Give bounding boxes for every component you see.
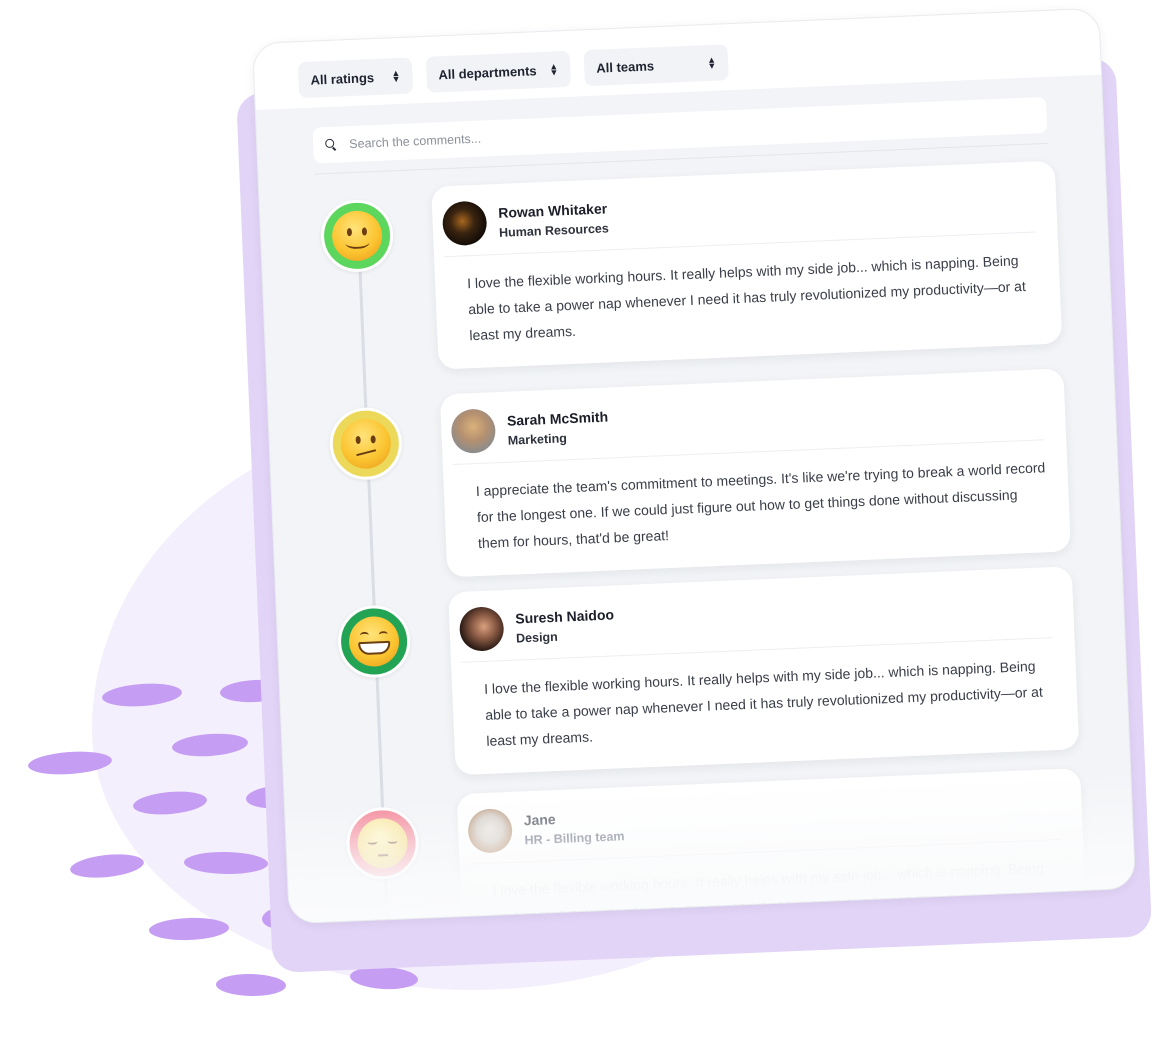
author-name: Jane — [523, 810, 556, 828]
avatar — [450, 408, 497, 455]
search-bar — [312, 96, 1048, 164]
decorative-stroke — [69, 851, 145, 881]
ratings-filter-label: All ratings — [310, 69, 375, 88]
departments-filter-label: All departments — [438, 62, 537, 82]
sort-icon: ▲ ▼ — [706, 54, 717, 72]
avatar — [458, 606, 505, 652]
rating-badge-happy — [319, 198, 395, 274]
decorative-stroke — [148, 916, 230, 942]
comment-card: Rowan Whitaker Human Resources I love th… — [431, 160, 1063, 370]
sort-icon: ▲ ▼ — [391, 67, 401, 85]
author-department: Human Resources — [498, 220, 610, 240]
teams-filter-label: All teams — [595, 57, 655, 76]
filter-bar: All ratings ▲ ▼ All departments ▲ ▼ All te… — [252, 8, 1102, 110]
pensive-face-icon — [356, 817, 409, 870]
author-department: Marketing — [507, 430, 568, 448]
avatar — [441, 200, 488, 247]
confused-face-icon — [339, 417, 392, 470]
author-department: Design — [515, 629, 559, 646]
author-name: Rowan Whitaker — [497, 199, 608, 221]
ratings-filter-dropdown[interactable]: All ratings ▲ ▼ — [297, 57, 414, 99]
comment-text: I appreciate the team's commitment to me… — [475, 459, 1046, 552]
departments-filter-dropdown[interactable]: All departments ▲ ▼ — [425, 50, 572, 93]
decorative-stroke — [215, 973, 287, 997]
rating-badge-sad — [345, 805, 421, 881]
author-department: HR - Billing team — [524, 828, 625, 847]
comment-header: Suresh Naidoo Design — [458, 583, 1053, 663]
comment-text: I love the flexible working hours. It re… — [466, 252, 1027, 344]
comment-card: Sarah McSmith Marketing I appreciate the… — [439, 368, 1071, 578]
author-name: Suresh Naidoo — [514, 605, 615, 627]
teams-filter-dropdown[interactable]: All teams ▲ ▼ — [583, 44, 729, 87]
search-input[interactable] — [346, 107, 1035, 153]
grinning-face-icon — [348, 615, 401, 668]
comment-card: Suresh Naidoo Design I love the flexible… — [448, 566, 1080, 776]
app-mockup: All ratings ▲ ▼ All departments ▲ ▼ All te… — [236, 7, 1153, 974]
search-icon — [325, 139, 337, 151]
rating-badge-very-happy — [336, 604, 412, 679]
rating-badge-neutral — [328, 406, 404, 482]
comment-text: I love the flexible working hours. It re… — [483, 657, 1044, 749]
comment-header: Jane HR - Billing team — [467, 784, 1062, 865]
comments-window: All ratings ▲ ▼ All departments ▲ ▼ All te… — [251, 7, 1137, 925]
avatar — [467, 807, 514, 854]
slightly-smiling-face-icon — [331, 209, 384, 262]
author-name: Sarah McSmith — [506, 408, 609, 429]
comment-header: Rowan Whitaker Human Resources — [441, 177, 1036, 258]
comment-header: Sarah McSmith Marketing — [450, 385, 1045, 466]
sort-icon: ▲ ▼ — [549, 61, 559, 78]
